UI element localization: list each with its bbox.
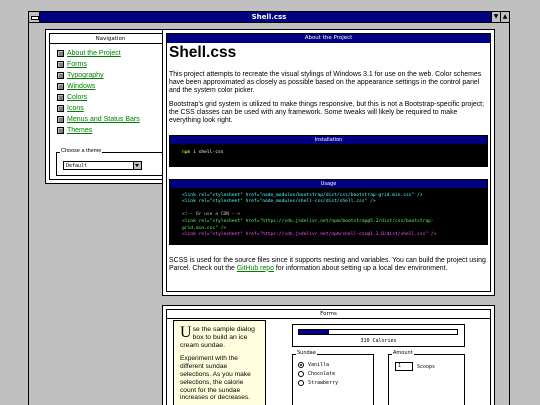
github-repo-link[interactable]: GitHub repo <box>237 265 274 272</box>
window-icon <box>57 105 64 112</box>
usage-line-6: <link rel="stylesheet" href="https://cdn… <box>182 232 437 238</box>
nav-link-forms[interactable]: Forms <box>67 61 87 68</box>
workspace: Navigation About the Project Forms Typog… <box>28 23 510 405</box>
page-title: Shell.css <box>169 44 237 61</box>
installation-title: Installation <box>170 136 487 144</box>
drop-cap: U <box>180 324 192 341</box>
about-panel: About the Project Shell.css This project… <box>162 29 495 296</box>
radio-label-chocolate: Chocolate <box>308 370 336 377</box>
chevron-down-icon[interactable] <box>133 162 141 169</box>
nav-list: About the Project Forms Typography Windo… <box>50 44 171 136</box>
nav-link-typography[interactable]: Typography <box>67 72 104 79</box>
window-icon <box>57 50 64 57</box>
sundae-option-vanilla[interactable]: Vanilla <box>293 360 373 369</box>
nav-item-forms[interactable]: Forms <box>57 59 171 70</box>
window-icon <box>57 83 64 90</box>
usage-line-4: <link rel="stylesheet" href="https://cdn… <box>182 218 434 224</box>
theme-select[interactable]: Default <box>63 161 142 170</box>
navigation-panel: Navigation About the Project Forms Typog… <box>45 29 176 184</box>
usage-code-window: Usage <link rel="stylesheet" href="node_… <box>169 178 488 245</box>
sundae-group-label: Sundae <box>296 350 317 356</box>
usage-line-2: <link rel="stylesheet" href="node_module… <box>182 199 376 205</box>
nav-link-icons[interactable]: Icons <box>67 105 84 112</box>
nav-link-windows[interactable]: Windows <box>67 83 95 90</box>
scoops-label: Scoops <box>417 363 436 370</box>
navigation-inner-frame: Navigation About the Project Forms Typog… <box>49 33 172 180</box>
theme-select-value: Default <box>66 163 88 169</box>
sundae-group: Sundae Vanilla Chocolate Strawberry <box>292 350 374 405</box>
radio-label-vanilla: Vanilla <box>308 361 330 368</box>
nav-item-menus[interactable]: Menus and Status Bars <box>57 114 171 125</box>
window-title-bar[interactable]: Shell.css ▼ ▲ <box>28 11 510 23</box>
sundae-instructions-card: Use the sample dialog box to build an ic… <box>173 320 266 405</box>
amount-group-label: Amount <box>392 350 414 356</box>
install-args: i shell-css <box>190 150 224 155</box>
window-icon <box>57 116 64 123</box>
footer-text-after: for information about setting up a local… <box>273 264 448 272</box>
usage-title: Usage <box>170 179 487 188</box>
radio-label-strawberry: Strawberry <box>308 379 339 386</box>
navigation-title: Navigation <box>50 34 171 44</box>
window-icon <box>57 127 64 134</box>
about-paragraph-1: This project attempts to recreate the vi… <box>169 71 482 94</box>
usage-code: <link rel="stylesheet" href="node_module… <box>170 188 487 244</box>
sundae-option-chocolate[interactable]: Chocolate <box>293 369 373 378</box>
usage-line-3: <!-- Or use a CDN --> <box>182 212 241 218</box>
window-icon <box>57 72 64 79</box>
nav-item-icons[interactable]: Icons <box>57 103 171 114</box>
installation-code-window: Installation npm i shell-css <box>169 135 488 167</box>
radio-strawberry[interactable] <box>298 379 304 386</box>
calorie-progress-fill <box>299 330 330 334</box>
theme-group: Choose a theme Default <box>56 148 168 176</box>
calorie-progress-box: 310 Calories <box>292 324 465 347</box>
radio-vanilla[interactable] <box>298 361 304 368</box>
about-footer-text: SCSS is used for the source files since … <box>169 257 488 273</box>
nav-item-colors[interactable]: Colors <box>57 92 171 103</box>
forms-panel: Forms Use the sample dialog box to build… <box>162 305 495 405</box>
window-title: Shell.css <box>251 13 287 21</box>
nav-item-themes[interactable]: Themes <box>57 125 171 136</box>
scoops-input[interactable]: 1 <box>395 362 413 371</box>
about-content: Shell.css This project attempts to recre… <box>169 42 488 279</box>
amount-group: Amount 1 Scoops <box>388 350 465 405</box>
nav-link-themes[interactable]: Themes <box>67 127 92 134</box>
theme-group-label: Choose a theme <box>60 148 103 154</box>
calorie-progress-bar <box>298 329 458 335</box>
window-icon <box>57 61 64 68</box>
minimize-button[interactable]: ▼ <box>491 12 500 22</box>
nav-item-typography[interactable]: Typography <box>57 70 171 81</box>
card-lead: Use the sample dialog box to build an ic… <box>180 324 259 349</box>
calorie-count: 310 Calories <box>360 338 397 344</box>
about-paragraph-2: Bootstrap's grid system is utilized to m… <box>169 101 484 124</box>
nav-link-menus[interactable]: Menus and Status Bars <box>67 116 140 123</box>
maximize-button[interactable]: ▲ <box>500 12 509 22</box>
nav-link-about[interactable]: About the Project <box>67 50 121 57</box>
nav-item-about[interactable]: About the Project <box>57 48 171 59</box>
installation-code: npm i shell-css <box>170 144 487 166</box>
radio-chocolate[interactable] <box>298 370 304 377</box>
nav-link-colors[interactable]: Colors <box>67 94 87 101</box>
window-icon <box>57 94 64 101</box>
sundae-option-strawberry[interactable]: Strawberry <box>293 378 373 387</box>
nav-item-windows[interactable]: Windows <box>57 81 171 92</box>
card-body: Experiment with the different sundae sel… <box>180 355 251 402</box>
forms-title: Forms <box>167 310 490 319</box>
